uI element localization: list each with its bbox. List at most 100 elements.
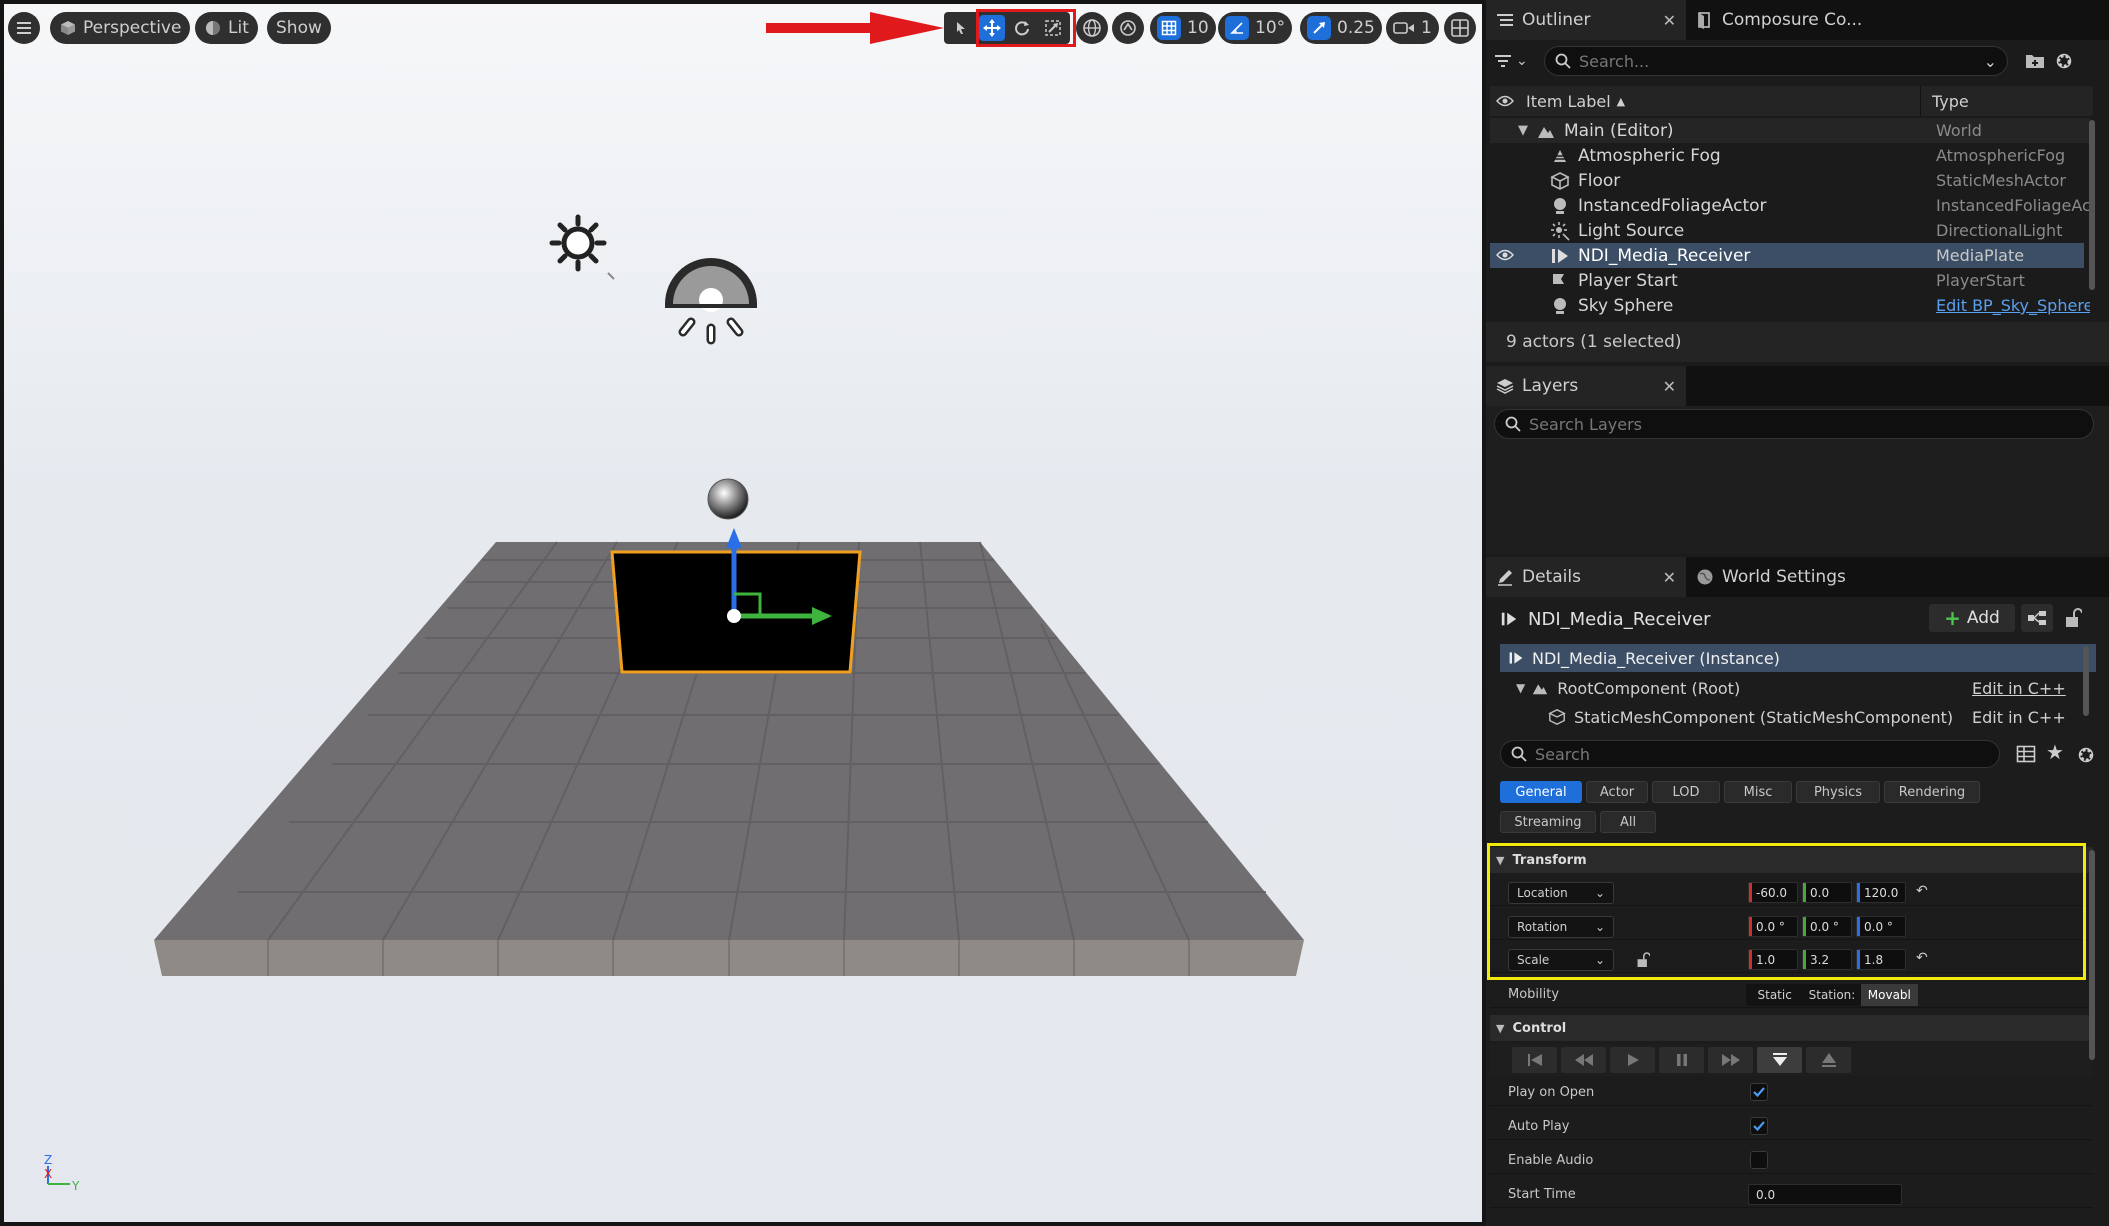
filter-rendering[interactable]: Rendering xyxy=(1884,781,1980,803)
outliner-row-ndi-media-receiver[interactable]: NDI_Media_Receiver MediaPlate xyxy=(1490,243,2084,268)
details-search-input[interactable]: Search xyxy=(1500,740,2000,768)
edit-in-cpp-link[interactable]: Edit in C++ xyxy=(1972,679,2066,698)
auto-play-checkbox[interactable] xyxy=(1750,1117,1768,1135)
mobility-movable[interactable]: Movabl xyxy=(1860,984,1918,1006)
globe-icon xyxy=(1697,569,1713,585)
play-icon xyxy=(1627,1054,1639,1066)
layers-icon xyxy=(1496,379,1514,394)
level-viewport[interactable]: Perspective Lit Show 10 10° 0.25 1 Z X Y xyxy=(4,4,1482,1222)
grid-snap-button[interactable]: 10 xyxy=(1150,12,1216,44)
column-type[interactable]: Type xyxy=(1932,92,1969,111)
open-source-button[interactable] xyxy=(1757,1047,1802,1073)
start-time-input[interactable]: 0.0 xyxy=(1748,1184,1902,1205)
details-actor-name: NDI_Media_Receiver xyxy=(1528,608,1711,630)
close-icon[interactable]: ✕ xyxy=(1663,11,1676,30)
expand-icon[interactable]: ▼ xyxy=(1518,123,1528,138)
directional-light-icon xyxy=(549,214,615,280)
skylight-icon xyxy=(665,258,757,345)
globe-icon xyxy=(1083,19,1101,37)
blueprint-button[interactable] xyxy=(2021,604,2053,632)
show-button[interactable]: Show xyxy=(267,12,331,44)
filter-misc[interactable]: Misc xyxy=(1724,781,1792,803)
star-icon[interactable]: ★ xyxy=(2046,740,2064,764)
outliner-row-atmospheric-fog[interactable]: Atmospheric Fog AtmosphericFog xyxy=(1490,143,2090,168)
camera-speed-button[interactable]: 1 xyxy=(1386,12,1439,44)
details-scrollbar[interactable] xyxy=(2089,850,2095,1060)
tab-details[interactable]: Details ✕ xyxy=(1486,557,1686,597)
layers-search-input[interactable]: Search Layers xyxy=(1494,409,2094,439)
close-source-button[interactable] xyxy=(1806,1047,1851,1073)
eye-icon[interactable] xyxy=(1496,95,1514,107)
lit-button[interactable]: Lit xyxy=(195,12,258,44)
open-icon xyxy=(1772,1053,1787,1066)
mobility-stationary[interactable]: Station: xyxy=(1803,984,1860,1006)
play-on-open-checkbox[interactable] xyxy=(1750,1083,1768,1101)
reverse-button[interactable] xyxy=(1561,1047,1606,1073)
outliner-row-light-source[interactable]: Light Source DirectionalLight xyxy=(1490,218,2090,243)
enable-audio-checkbox[interactable] xyxy=(1750,1151,1768,1169)
gear-icon[interactable] xyxy=(2054,51,2074,71)
tab-outliner[interactable]: Outliner ✕ xyxy=(1486,0,1686,40)
add-component-button[interactable]: + Add xyxy=(1929,604,2015,632)
outliner-row-sky-sphere[interactable]: Sky Sphere Edit BP_Sky_Sphere xyxy=(1490,293,2090,318)
table-view-icon[interactable] xyxy=(2016,745,2036,763)
eye-icon[interactable] xyxy=(1496,249,1514,261)
expand-icon[interactable]: ▼ xyxy=(1516,681,1525,695)
close-icon[interactable]: ✕ xyxy=(1663,568,1676,587)
checkmark-icon xyxy=(1753,1087,1765,1097)
add-folder-icon[interactable] xyxy=(2024,51,2046,71)
camera-speed-value: 1 xyxy=(1421,18,1432,38)
close-icon[interactable]: ✕ xyxy=(1663,377,1676,396)
filter-physics[interactable]: Physics xyxy=(1796,781,1880,803)
filter-icon[interactable]: ⌄ xyxy=(1494,53,1536,69)
column-item-label[interactable]: Item Label xyxy=(1526,92,1611,111)
details-actor-header: NDI_Media_Receiver xyxy=(1500,604,1711,634)
editor-window: Perspective Lit Show 10 10° 0.25 1 Z X Y… xyxy=(0,0,2109,1226)
outliner-row-player-start[interactable]: Player Start PlayerStart xyxy=(1490,268,2090,293)
filter-actor[interactable]: Actor xyxy=(1586,781,1648,803)
select-tool-button[interactable] xyxy=(948,15,974,41)
play-on-open-row: Play on Open xyxy=(1490,1080,2093,1106)
media-plate-icon xyxy=(1552,249,1568,263)
filter-all[interactable]: All xyxy=(1600,811,1656,833)
components-scrollbar[interactable] xyxy=(2083,646,2089,716)
viewport-layout-button[interactable] xyxy=(1444,12,1476,44)
scale-snap-button[interactable]: 0.25 xyxy=(1300,12,1382,44)
outliner-row-floor[interactable]: Floor StaticMeshActor xyxy=(1490,168,2090,193)
gear-icon[interactable] xyxy=(2076,745,2096,765)
component-row-root[interactable]: ▼ RootComponent (Root) Edit in C++ xyxy=(1500,674,2096,702)
play-button[interactable] xyxy=(1610,1047,1655,1073)
control-section-header[interactable]: ▼ Control xyxy=(1490,1015,2093,1041)
outliner-scrollbar[interactable] xyxy=(2089,120,2095,290)
tab-composure[interactable]: Composure Co... xyxy=(1686,0,1906,40)
world-local-toggle[interactable] xyxy=(1076,12,1108,44)
forward-button[interactable] xyxy=(1708,1047,1753,1073)
enable-audio-row: Enable Audio xyxy=(1490,1148,2093,1174)
layers-tabbar: Layers ✕ xyxy=(1486,366,2109,406)
pause-button[interactable] xyxy=(1659,1047,1704,1073)
outliner-icon xyxy=(1497,14,1513,26)
outliner-header: Item Label ▲ Type xyxy=(1490,86,2093,116)
mobility-segmented: Static Station: Movabl xyxy=(1746,984,1918,1006)
tab-world-settings[interactable]: World Settings xyxy=(1686,557,1906,597)
lock-open-icon[interactable] xyxy=(2064,608,2082,628)
tab-layers[interactable]: Layers ✕ xyxy=(1486,366,1686,406)
blueprint-icon xyxy=(2028,611,2046,625)
cursor-icon xyxy=(957,22,966,34)
edit-blueprint-link[interactable]: Edit BP_Sky_Sphere xyxy=(1936,296,2090,315)
filter-lod[interactable]: LOD xyxy=(1652,781,1720,803)
rotation-snap-button[interactable]: 10° xyxy=(1218,12,1293,44)
component-row-instance[interactable]: NDI_Media_Receiver (Instance) xyxy=(1500,644,2096,672)
surface-snap-toggle[interactable] xyxy=(1112,12,1144,44)
filter-general[interactable]: General xyxy=(1500,781,1582,803)
outliner-row-main-editor[interactable]: ▼ Main (Editor) World xyxy=(1490,118,2090,143)
mobility-static[interactable]: Static xyxy=(1746,984,1803,1006)
outliner-row-instanced-foliage[interactable]: InstancedFoliageActor InstancedFoliageAc xyxy=(1490,193,2090,218)
viewport-menu-button[interactable] xyxy=(8,12,40,44)
perspective-button[interactable]: Perspective xyxy=(50,12,191,44)
rewind-to-start-button[interactable] xyxy=(1512,1047,1557,1073)
edit-in-cpp-link[interactable]: Edit in C++ xyxy=(1972,708,2066,727)
component-row-static-mesh[interactable]: StaticMeshComponent (StaticMeshComponent… xyxy=(1500,704,2096,730)
filter-streaming[interactable]: Streaming xyxy=(1500,811,1596,833)
outliner-search-input[interactable]: Search... ⌄ xyxy=(1544,46,2008,76)
